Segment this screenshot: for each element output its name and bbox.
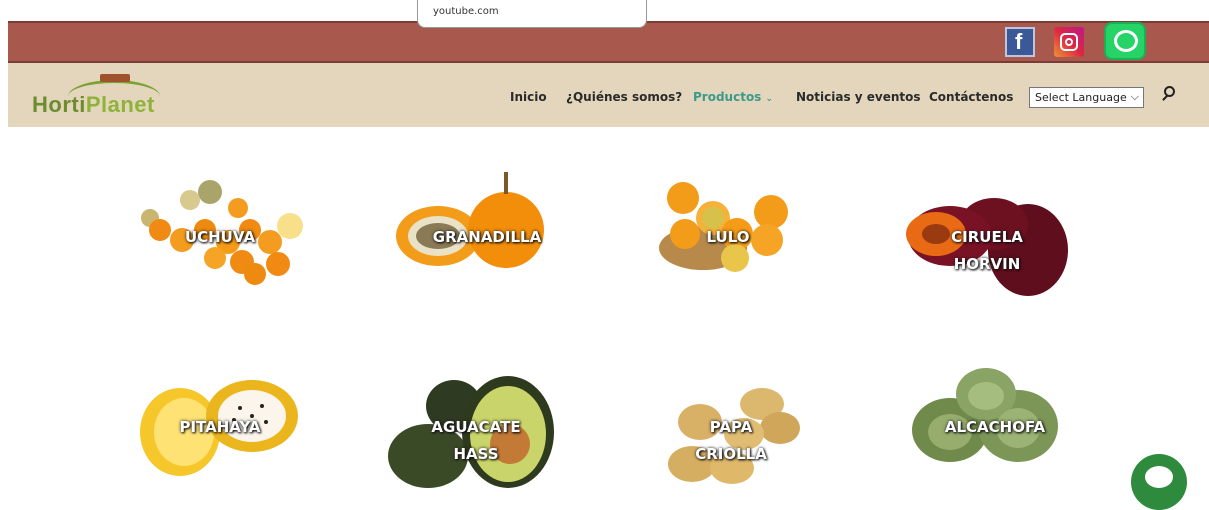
product-granadilla[interactable] — [388, 168, 558, 278]
logo-text-planet: Planet — [85, 92, 155, 117]
logo-text-horti: Horti — [32, 92, 86, 117]
product-label-aguacate: AGUACATE HASS — [424, 414, 528, 468]
nav-productos-label: Productos — [693, 90, 762, 104]
nav-noticias[interactable]: Noticias y eventos — [796, 90, 921, 104]
language-select[interactable]: Select Language ⌵ — [1029, 87, 1144, 108]
product-label-ciruela: CIRUELA HORVIN — [940, 224, 1034, 278]
product-label-papa: PAPA CRIOLLA — [690, 414, 772, 468]
product-label-aguacate-line1: AGUACATE — [431, 418, 521, 436]
product-label-granadilla: GRANADILLA — [432, 228, 542, 246]
granadilla-image — [396, 172, 544, 268]
product-label-ciruela-line2: HORVIN — [953, 255, 1021, 273]
site-logo[interactable]: HortiPlanet — [32, 92, 155, 118]
instagram-icon[interactable] — [1054, 27, 1084, 57]
facebook-glyph: f — [1015, 29, 1023, 54]
product-label-alcachofa: ALCACHOFA — [944, 418, 1046, 436]
product-label-ciruela-line1: CIRUELA — [951, 228, 1023, 246]
chat-widget-button[interactable] — [1131, 454, 1187, 510]
language-select-value: Select Language — [1035, 91, 1127, 104]
chevron-down-icon: ⌄ — [765, 94, 774, 104]
whatsapp-bubble — [1114, 30, 1138, 52]
product-label-uchuva: UCHUVA — [184, 228, 256, 246]
whatsapp-icon[interactable] — [1104, 22, 1146, 60]
search-icon[interactable] — [1164, 86, 1175, 97]
product-label-lulo: LULO — [706, 228, 750, 246]
nav-quienes-somos[interactable]: ¿Quiénes somos? — [566, 90, 682, 104]
chat-bubble-icon — [1145, 466, 1173, 488]
nav-inicio[interactable]: Inicio — [510, 90, 547, 104]
product-label-aguacate-line2: HASS — [453, 445, 499, 463]
product-label-pitahaya: PITAHAYA — [179, 418, 261, 436]
nav-contactenos[interactable]: Contáctenos — [929, 90, 1013, 104]
product-label-papa-line1: PAPA — [709, 418, 753, 436]
facebook-icon[interactable]: f — [1005, 27, 1035, 57]
link-tooltip: youtube.com — [417, 0, 647, 28]
tooltip-text: youtube.com — [433, 6, 499, 17]
instagram-lens — [1065, 38, 1073, 46]
logo-farm-icon — [100, 74, 130, 82]
product-label-papa-line2: CRIOLLA — [695, 445, 767, 463]
chevron-down-icon: ⌵ — [1130, 90, 1139, 103]
nav-productos[interactable]: Productos ⌄ — [693, 90, 773, 104]
